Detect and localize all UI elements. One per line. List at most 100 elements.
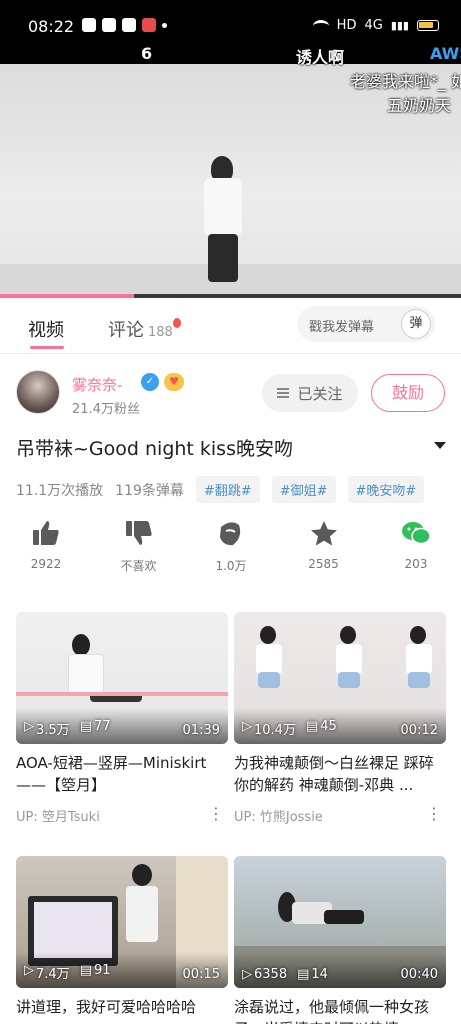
danmaku-comment: 6 xyxy=(141,44,153,63)
uploader-row: 雾奈奈- ✓ ♥ 21.4万粉丝 已关注 鼓励 xyxy=(0,362,461,426)
dislike-label: 不喜欢 xyxy=(120,559,157,573)
video-tag[interactable]: #翻跳# xyxy=(195,476,260,503)
play-icon: ▷ xyxy=(242,719,252,734)
danmaku-toggle-button[interactable]: 弹 xyxy=(401,309,431,339)
comment-icon: ▤ xyxy=(297,967,310,982)
signal-label: 4G xyxy=(364,18,383,33)
card-comments: 45 xyxy=(320,719,337,734)
thumbs-down-icon xyxy=(109,518,169,548)
video-thumbnail[interactable]: ▷ 6358 ▤ 14 00:40 xyxy=(234,856,446,988)
notification-icons xyxy=(82,18,167,32)
coin-count: 1.0万 xyxy=(215,559,247,573)
like-count: 2922 xyxy=(30,557,62,571)
play-icon: ▷ xyxy=(24,719,34,734)
tiktok-app-icon xyxy=(82,18,96,32)
avatar[interactable] xyxy=(16,370,60,414)
uploader-fans: 21.4万粉丝 xyxy=(72,402,140,417)
signal-icon: ▮▮▮ xyxy=(390,19,409,32)
tab-video[interactable]: 视频 xyxy=(28,316,64,342)
video-meta: 11.1万次播放 119条弹幕 #翻跳# #御姐# #晚安吻# xyxy=(16,476,425,503)
menu-icon xyxy=(277,388,290,398)
expand-description-icon[interactable] xyxy=(434,442,446,449)
comment-icon: ▤ xyxy=(79,963,92,978)
recommended-video-card[interactable]: ▷ 3.5万 ▤ 77 01:39 AOA-短裙—竖屏—Miniskirt——【箜月… xyxy=(16,612,228,825)
star-icon xyxy=(294,518,354,548)
card-title[interactable]: 为我神魂颠倒〜白丝裸足 踩碎你的解药 神魂颠倒-邓典 ... xyxy=(234,752,446,796)
video-thumbnail[interactable]: ▷ 7.4万 ▤ 91 00:15 xyxy=(16,856,228,988)
status-bar: 08:22 HD 4G ▮▮▮ xyxy=(0,0,461,40)
video-thumbnail[interactable]: ▷ 3.5万 ▤ 77 01:39 xyxy=(16,612,228,744)
danmaku-placeholder: 戳我发弹幕 xyxy=(309,320,375,335)
video-tag[interactable]: #御姐# xyxy=(271,476,336,503)
more-notifications-icon xyxy=(162,23,167,28)
share-button[interactable]: 203 xyxy=(386,518,446,578)
play-count: 11.1万次播放 xyxy=(16,482,104,499)
like-button[interactable]: 2922 xyxy=(16,518,76,578)
thumbnail-stats: ▷ 3.5万 ▤ 77 xyxy=(24,719,111,738)
vip-heart-badge-icon: ♥ xyxy=(164,373,184,391)
card-duration: 00:12 xyxy=(400,723,438,738)
card-plays: 6358 xyxy=(254,967,288,982)
danmaku-count: 119条弹幕 xyxy=(115,482,184,499)
tab-comments-label: 评论 xyxy=(108,320,144,341)
wechat-share-icon xyxy=(386,518,446,548)
favorite-button[interactable]: 2585 xyxy=(294,518,354,578)
card-duration: 01:39 xyxy=(182,723,220,738)
card-uploader-name: UP: 竹熊Jossie xyxy=(234,810,323,825)
card-uploader: UP: 箜月Tsuki ⋮ xyxy=(16,804,228,825)
video-title: 吊带袜~Good night kiss晚安吻 xyxy=(16,438,293,460)
play-icon: ▷ xyxy=(242,967,252,982)
more-options-icon[interactable]: ⋮ xyxy=(426,804,442,823)
card-plays: 7.4万 xyxy=(36,967,70,982)
uploader-name[interactable]: 雾奈奈- xyxy=(72,374,122,395)
card-title[interactable]: AOA-短裙—竖屏—Miniskirt——【箜月】 xyxy=(16,752,228,796)
comment-icon: ▤ xyxy=(79,719,92,734)
hot-flame-icon xyxy=(172,318,181,328)
card-uploader-name: UP: 箜月Tsuki xyxy=(16,810,100,825)
card-uploader: UP: 竹熊Jossie ⋮ xyxy=(234,804,446,825)
wifi-icon xyxy=(312,19,329,32)
thumbs-up-icon xyxy=(16,518,76,548)
recommended-video-card[interactable]: ▷ 10.4万 ▤ 45 00:12 为我神魂颠倒〜白丝裸足 踩碎你的解药 神魂颠倒… xyxy=(234,612,446,825)
danmaku-input[interactable]: 戳我发弹幕 弹 xyxy=(297,306,435,342)
thumbnail-stats: ▷ 10.4万 ▤ 45 xyxy=(242,719,337,738)
card-comments: 14 xyxy=(311,967,328,982)
content-tabs: 视频 评论 188 戳我发弹幕 弹 xyxy=(0,298,461,354)
card-duration: 00:40 xyxy=(400,967,438,982)
card-plays: 10.4万 xyxy=(254,723,296,738)
coin-icon xyxy=(201,518,261,548)
followed-button[interactable]: 已关注 xyxy=(262,374,358,412)
dancer-figure xyxy=(200,156,246,286)
tab-comments[interactable]: 评论 188 xyxy=(108,316,181,342)
app-notification-icon xyxy=(142,18,156,32)
card-comments: 77 xyxy=(93,719,111,734)
share-count: 203 xyxy=(404,557,428,571)
recommended-video-card[interactable]: ▷ 7.4万 ▤ 91 00:15 讲道理，我好可爱哈哈哈哈 xyxy=(16,856,228,1024)
video-thumbnail[interactable]: ▷ 10.4万 ▤ 45 00:12 xyxy=(234,612,446,744)
recommended-video-card[interactable]: ▷6358 ▤14 00:40 涂磊说过，他最倾佩一种女孩子，当受情来时可以热情 xyxy=(234,856,446,1024)
danmaku-comment: 诱人啊 xyxy=(296,48,345,67)
video-player[interactable]: 6 诱人啊 AWS 老婆我来啦*_ 如 五奶奶天 xyxy=(0,40,461,298)
card-duration: 00:15 xyxy=(182,967,220,982)
danmaku-comment: 老婆我来啦*_ 如 xyxy=(350,72,461,91)
play-icon: ▷ xyxy=(24,963,34,978)
comment-icon: ▤ xyxy=(305,719,319,734)
card-title[interactable]: 涂磊说过，他最倾佩一种女孩子，当受情来时可以热情 xyxy=(234,996,446,1024)
danmaku-comment: 五奶奶天 xyxy=(387,96,452,115)
action-bar: 2922 不喜欢 1.0万 2585 203 xyxy=(16,518,446,578)
favorite-count: 2585 xyxy=(308,557,339,571)
followed-label: 已关注 xyxy=(297,384,343,403)
network-hd-label: HD xyxy=(336,18,357,33)
card-comments: 91 xyxy=(93,963,111,978)
battery-icon xyxy=(417,20,439,31)
card-title[interactable]: 讲道理，我好可爱哈哈哈哈 xyxy=(16,996,228,1024)
more-options-icon[interactable]: ⋮ xyxy=(208,804,224,823)
status-right: HD 4G ▮▮▮ xyxy=(312,18,439,33)
tab-active-indicator xyxy=(30,346,64,349)
video-tag[interactable]: #晚安吻# xyxy=(347,476,425,503)
danmaku-comment: AWS xyxy=(430,44,461,63)
coin-button[interactable]: 1.0万 xyxy=(201,518,261,578)
dislike-button[interactable]: 不喜欢 xyxy=(109,518,169,578)
charge-button[interactable]: 鼓励 xyxy=(371,374,445,412)
comments-count: 188 xyxy=(148,325,173,340)
